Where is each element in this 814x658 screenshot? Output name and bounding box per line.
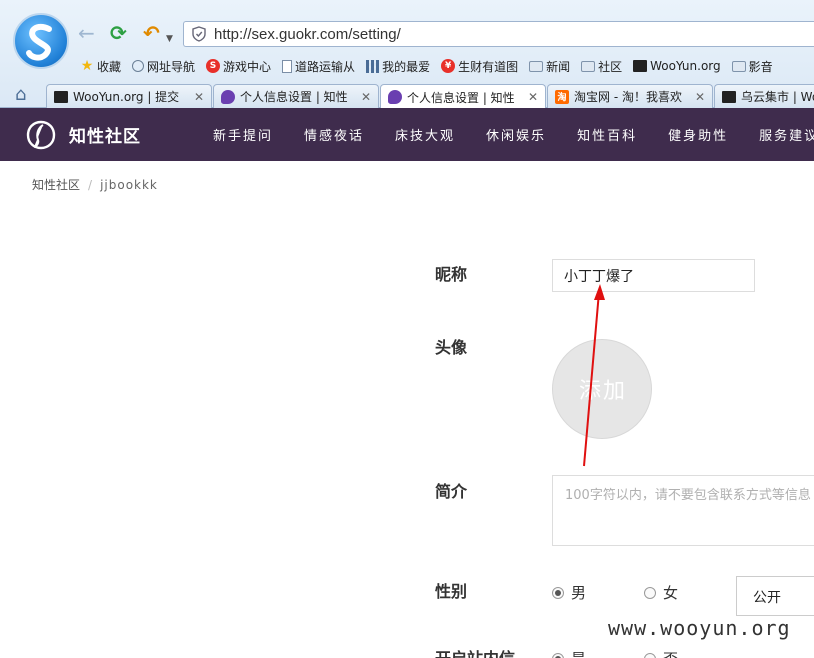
folder-icon (731, 60, 746, 72)
nav-item-emotional-talk[interactable]: 情感夜话 (304, 125, 364, 144)
site-name[interactable]: 知性社区 (69, 122, 141, 147)
tab-label: 个人信息设置 | 知性 (240, 90, 348, 104)
wooyun-icon (722, 90, 736, 103)
refresh-icon[interactable]: ⟳ (110, 22, 127, 44)
wooyun-icon (633, 60, 648, 72)
tab-label: 淘宝网 - 淘！我喜欢 (574, 90, 682, 104)
address-bar[interactable]: http://sex.guokr.com/setting/ (183, 21, 814, 47)
nav-item-encyclopedia[interactable]: 知性百科 (577, 125, 637, 144)
url-text[interactable]: http://sex.guokr.com/setting/ (214, 26, 401, 43)
bio-label: 简介 (435, 482, 468, 501)
site-nav: 新手提问 情感夜话 床技大观 休闲娱乐 知性百科 健身助性 服务建议 (213, 125, 814, 144)
gender-male-radio[interactable] (552, 587, 564, 599)
breadcrumb-separator: / (88, 178, 93, 192)
bookmark-label: 我的最爱 (382, 59, 431, 74)
bookmark-news[interactable]: 新闻 (529, 58, 570, 75)
dm-no-label: 否 (663, 648, 678, 658)
bookmark-label: 收藏 (97, 59, 122, 74)
gender-female-label: 女 (663, 584, 679, 602)
bookmark-my-favorites[interactable]: 我的最爱 (366, 58, 430, 75)
bookmark-label: WooYun.org (650, 59, 721, 73)
bookmark-games[interactable]: S 游戏中心 (206, 58, 271, 75)
folder-icon (581, 60, 596, 72)
guokr-icon (388, 90, 402, 104)
gender-female-radio[interactable] (644, 587, 656, 599)
gender-label: 性别 (435, 582, 468, 601)
bookmark-nav[interactable]: 网址导航 (132, 58, 195, 75)
tab-bar: ⌂ WooYun.org | 提交 ✕ 个人信息设置 | 知性 ✕ 个人信息设置 |… (0, 82, 814, 109)
nav-item-bed-skills[interactable]: 床技大观 (395, 125, 455, 144)
avatar-label: 头像 (435, 338, 468, 357)
bookmark-favorites[interactable]: ★ 收藏 (80, 58, 121, 75)
nav-item-service-suggestions[interactable]: 服务建议 (759, 125, 814, 144)
tab-wooyun-submit[interactable]: WooYun.org | 提交 ✕ (46, 84, 212, 108)
game-icon: S (206, 59, 221, 73)
bookmark-label: 影音 (748, 59, 773, 74)
bookmark-label: 网址导航 (147, 59, 196, 74)
taobao-icon: 淘 (555, 89, 569, 104)
tab-profile-settings-active[interactable]: 个人信息设置 | 知性 ✕ (380, 84, 546, 109)
bio-textarea[interactable]: 100字符以内，请不要包含联系方式等信息 (552, 475, 814, 546)
breadcrumb-home[interactable]: 知性社区 (32, 178, 80, 192)
watermark: www.wooyun.org (608, 616, 791, 640)
tab-label: 个人信息设置 | 知性 (407, 90, 515, 105)
dm-yes-label: 是 (571, 648, 586, 658)
page-icon (282, 59, 293, 73)
dm-label: 开启站内信 (435, 645, 515, 658)
bookmark-label: 道路运输从 (295, 59, 356, 74)
bookmark-wooyun[interactable]: WooYun.org (633, 59, 721, 73)
globe-icon (132, 60, 145, 72)
nickname-input[interactable]: 小丁丁爆了 (552, 259, 755, 292)
home-icon[interactable]: ⌂ (15, 85, 26, 105)
tab-wooyun-market[interactable]: 乌云集市 | Wo (714, 84, 814, 108)
browser-logo-icon[interactable] (13, 13, 69, 69)
nav-item-leisure[interactable]: 休闲娱乐 (486, 125, 546, 144)
avatar-add-label: 添加 (578, 379, 627, 404)
breadcrumb: 知性社区 / jjbookkk (32, 176, 158, 193)
wooyun-icon (54, 90, 68, 103)
back-arrow-icon[interactable]: ← (78, 22, 95, 44)
folder-icon (529, 60, 544, 72)
close-icon[interactable]: ✕ (693, 90, 707, 104)
bookmarks-bar: ★ 收藏 网址导航 S 游戏中心 道路运输从 我的最爱 ¥ 生财有道图 新闻 社区 W… (80, 56, 784, 76)
bookmark-label: 社区 (598, 59, 623, 74)
bookmark-label: 新闻 (546, 59, 571, 74)
tab-taobao[interactable]: 淘淘宝网 - 淘！我喜欢 ✕ (547, 84, 713, 108)
shield-icon (192, 26, 206, 42)
tab-label: 乌云集市 | Wo (741, 90, 814, 104)
bookmark-label: 生财有道图 (458, 59, 519, 74)
site-header: 知性社区 新手提问 情感夜话 床技大观 休闲娱乐 知性百科 健身助性 服务建议 (0, 108, 814, 161)
dm-no-radio[interactable] (644, 653, 656, 658)
close-icon[interactable]: ✕ (526, 90, 540, 104)
guokr-icon (221, 89, 235, 104)
dm-yes-radio[interactable] (552, 653, 564, 658)
bookmark-community[interactable]: 社区 (581, 58, 622, 75)
close-icon[interactable]: ✕ (192, 90, 206, 104)
nickname-label: 昵称 (435, 265, 468, 284)
gender-male-label: 男 (571, 584, 587, 602)
bookmark-transport[interactable]: 道路运输从 (282, 58, 355, 75)
undo-icon[interactable]: ↶ (143, 22, 160, 44)
gender-visibility-select[interactable]: 公开 (736, 576, 814, 616)
bookmark-label: 游戏中心 (223, 59, 272, 74)
bookmark-media[interactable]: 影音 (731, 58, 773, 75)
breadcrumb-current: jjbookkk (100, 178, 158, 192)
nav-item-fitness[interactable]: 健身助性 (668, 125, 728, 144)
star-icon: ★ (80, 58, 94, 74)
grid-icon (366, 59, 380, 73)
nav-item-newbie-questions[interactable]: 新手提问 (213, 125, 273, 144)
undo-dropdown-caret-icon[interactable]: ▼ (166, 28, 173, 50)
tab-profile-settings-1[interactable]: 个人信息设置 | 知性 ✕ (213, 84, 379, 108)
close-icon[interactable]: ✕ (359, 90, 373, 104)
browser-chrome: ← ⟳ ↶ ▼ http://sex.guokr.com/setting/ ★ 收… (0, 0, 814, 109)
tab-label: WooYun.org | 提交 (73, 90, 180, 104)
browser-window: ← ⟳ ↶ ▼ http://sex.guokr.com/setting/ ★ 收… (0, 0, 814, 658)
money-icon: ¥ (441, 59, 456, 73)
bookmark-money[interactable]: ¥ 生财有道图 (441, 58, 518, 75)
site-logo-icon[interactable] (25, 119, 57, 151)
avatar-upload-button[interactable]: 添加 (552, 339, 652, 439)
